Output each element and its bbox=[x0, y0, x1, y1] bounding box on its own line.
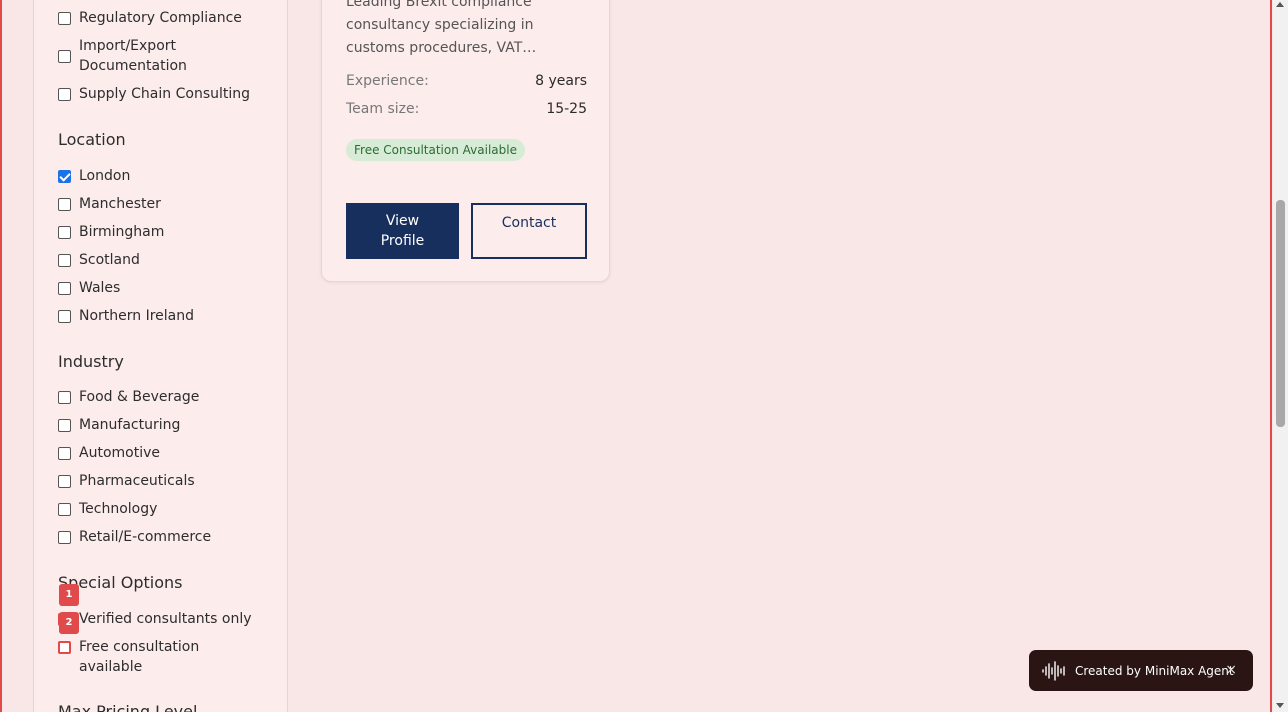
free-consultation-tag: Free Consultation Available bbox=[346, 139, 525, 161]
checkbox-label: Pharmaceuticals bbox=[79, 473, 195, 489]
filter-location-wales[interactable]: Wales bbox=[58, 278, 269, 298]
checkbox-label: London bbox=[79, 168, 131, 184]
location-section-title: Location bbox=[58, 130, 126, 149]
checkbox-label: Food & Beverage bbox=[79, 389, 200, 405]
checkbox[interactable] bbox=[58, 391, 71, 404]
checkbox-label: Retail/E-commerce bbox=[79, 529, 212, 545]
team-size-row: Team size: 15-25 bbox=[346, 101, 587, 117]
checkbox[interactable] bbox=[58, 310, 71, 323]
checkbox[interactable] bbox=[58, 531, 71, 544]
filter-industry-pharmaceuticals[interactable]: Pharmaceuticals bbox=[58, 471, 269, 491]
filter-industry-automotive[interactable]: Automotive bbox=[58, 443, 269, 463]
filter-sidebar: Regulatory Compliance Import/Export Docu… bbox=[33, 0, 288, 712]
checkbox-label: Scotland bbox=[79, 252, 140, 268]
scrollbar-thumb[interactable] bbox=[1276, 200, 1285, 427]
checkbox[interactable] bbox=[58, 419, 71, 432]
vertical-scrollbar[interactable] bbox=[1273, 0, 1288, 712]
annotation-badge: 1 bbox=[59, 584, 79, 606]
filter-verified-consultants[interactable]: Verified consultants only bbox=[58, 609, 269, 629]
filter-location-london[interactable]: London bbox=[58, 166, 269, 186]
filter-location-manchester[interactable]: Manchester bbox=[58, 194, 269, 214]
experience-row: Experience: 8 years bbox=[346, 73, 587, 89]
team-size-label: Team size: bbox=[346, 101, 420, 117]
checkbox[interactable] bbox=[58, 641, 71, 654]
checkbox[interactable] bbox=[58, 282, 71, 295]
view-profile-button[interactable]: View Profile bbox=[346, 203, 459, 259]
filter-import-export-documentation[interactable]: Import/Export Documentation bbox=[58, 36, 209, 76]
checkbox[interactable] bbox=[58, 447, 71, 460]
filter-location-scotland[interactable]: Scotland bbox=[58, 250, 269, 270]
checkbox[interactable] bbox=[58, 254, 71, 267]
filter-industry-manufacturing[interactable]: Manufacturing bbox=[58, 415, 269, 435]
checkbox-label: Supply Chain Consulting bbox=[79, 86, 251, 102]
pricing-section-title: Max Pricing Level bbox=[58, 702, 198, 712]
checkbox-label: Technology bbox=[79, 501, 158, 517]
experience-label: Experience: bbox=[346, 73, 429, 89]
checkbox-label: Automotive bbox=[79, 445, 160, 461]
checkbox-label: Regulatory Compliance bbox=[79, 10, 242, 26]
close-icon[interactable]: × bbox=[1225, 662, 1237, 678]
checkbox-label: Northern Ireland bbox=[79, 308, 195, 324]
checkbox[interactable] bbox=[58, 12, 71, 25]
filter-location-northern-ireland[interactable]: Northern Ireland bbox=[58, 306, 269, 326]
checkbox-label: Manufacturing bbox=[79, 417, 181, 433]
checkbox-label: Verified consultants only bbox=[79, 611, 252, 627]
checkbox-checked[interactable] bbox=[58, 170, 71, 183]
checkbox-label: Manchester bbox=[79, 196, 161, 212]
checkbox[interactable] bbox=[58, 198, 71, 211]
checkbox[interactable] bbox=[58, 503, 71, 516]
team-size-value: 15-25 bbox=[546, 101, 587, 117]
contact-button[interactable]: Contact bbox=[471, 203, 587, 259]
checkbox-label: Wales bbox=[79, 280, 121, 296]
checkbox[interactable] bbox=[58, 226, 71, 239]
checkbox[interactable] bbox=[58, 50, 71, 63]
waveform-icon bbox=[1042, 660, 1065, 681]
scroll-up-arrow-icon[interactable] bbox=[1276, 2, 1284, 7]
filter-industry-food-beverage[interactable]: Food & Beverage bbox=[58, 387, 269, 407]
filter-regulatory-compliance[interactable]: Regulatory Compliance bbox=[58, 8, 269, 28]
checkbox-label: Free consultation available bbox=[79, 639, 200, 675]
industry-section-title: Industry bbox=[58, 352, 124, 371]
consultant-card: Leading Brexit compliance consultancy sp… bbox=[321, 0, 610, 282]
checkbox[interactable] bbox=[58, 475, 71, 488]
experience-value: 8 years bbox=[535, 73, 587, 89]
filter-supply-chain-consulting[interactable]: Supply Chain Consulting bbox=[58, 84, 269, 104]
card-description: Leading Brexit compliance consultancy sp… bbox=[346, 0, 537, 56]
filter-free-consultation[interactable]: Free consultation available bbox=[58, 637, 219, 677]
checkbox-label: Import/Export Documentation bbox=[79, 38, 187, 74]
created-by-toast: Created by MiniMax Agent × bbox=[1029, 650, 1253, 691]
checkbox[interactable] bbox=[58, 88, 71, 101]
filter-industry-retail-ecommerce[interactable]: Retail/E-commerce bbox=[58, 527, 269, 547]
checkbox-label: Birmingham bbox=[79, 224, 165, 240]
filter-industry-technology[interactable]: Technology bbox=[58, 499, 269, 519]
filter-location-birmingham[interactable]: Birmingham bbox=[58, 222, 269, 242]
annotation-badge: 2 bbox=[59, 612, 79, 634]
scroll-down-arrow-icon[interactable] bbox=[1276, 703, 1284, 708]
viewport-frame-left bbox=[0, 0, 2, 712]
viewport-frame-right bbox=[1270, 0, 1272, 712]
toast-text: Created by MiniMax Agent bbox=[1075, 663, 1234, 678]
